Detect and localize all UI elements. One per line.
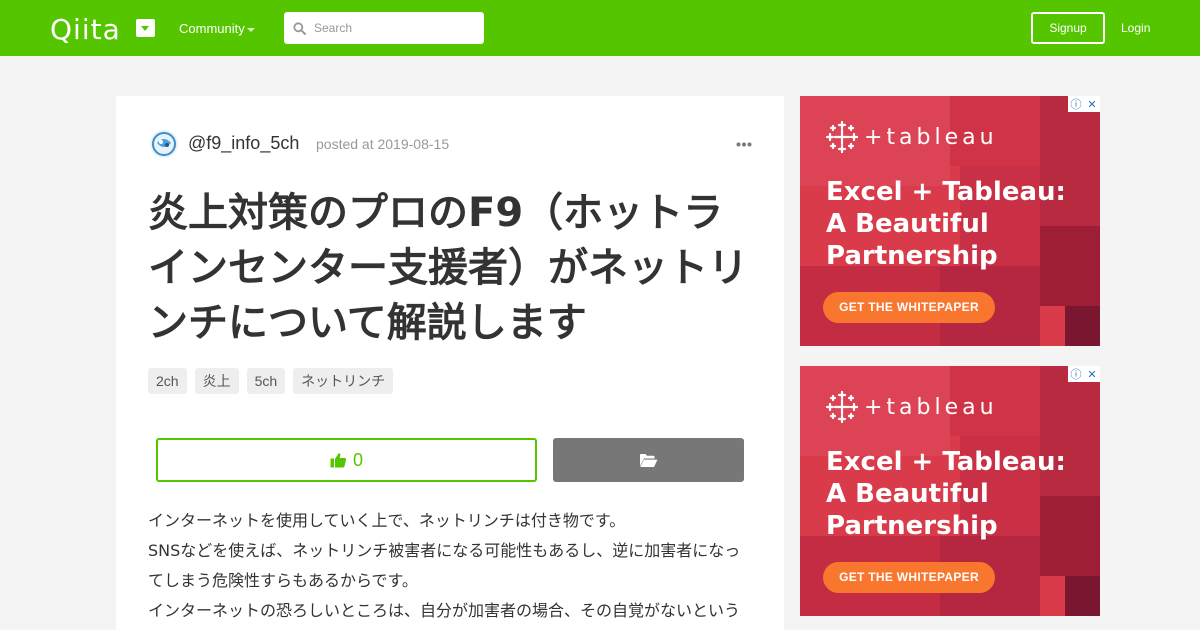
tableau-logo: +tableau: [826, 391, 998, 423]
tag-item[interactable]: ネットリンチ: [293, 368, 394, 394]
body-line: インターネットを使用していく上で、ネットリンチは付き物です。: [148, 511, 626, 530]
like-button[interactable]: 0: [156, 438, 537, 482]
search-icon: [293, 22, 306, 35]
tag-item[interactable]: 2ch: [148, 368, 187, 394]
thumbs-up-icon: [330, 453, 347, 468]
search-input[interactable]: [314, 12, 474, 44]
ad-choices[interactable]: ⓘ ✕: [1068, 96, 1100, 112]
qiita-logo[interactable]: Qiita: [50, 13, 121, 46]
ad-headline: Excel + Tableau: A Beautiful Partnership: [826, 446, 1066, 542]
body-line: SNSなどを使えば、ネットリンチ被害者になる可能性もあるし、逆に加害者になっ: [148, 541, 741, 560]
ad-headline-line: Excel + Tableau:: [826, 447, 1066, 477]
search-box[interactable]: [284, 12, 484, 44]
info-icon[interactable]: ⓘ: [1068, 366, 1084, 382]
global-header: Qiita Community Signup Login: [0, 0, 1200, 56]
ad-cta-button[interactable]: GET THE WHITEPAPER: [823, 562, 995, 593]
tableau-ad-banner[interactable]: ⓘ ✕ +tableau Excel + Tableau: A Beautifu…: [800, 96, 1100, 346]
ad-headline-line: Excel + Tableau:: [826, 177, 1066, 207]
ad-cta-button[interactable]: GET THE WHITEPAPER: [823, 292, 995, 323]
close-icon[interactable]: ✕: [1084, 366, 1100, 382]
article-body: インターネットを使用していく上で、ネットリンチは付き物です。 SNSなどを使えば…: [148, 506, 748, 626]
ad-brand-text: +tableau: [864, 124, 998, 150]
info-icon[interactable]: ⓘ: [1068, 96, 1084, 112]
tableau-logo: +tableau: [826, 121, 998, 153]
ad-headline-line: Partnership: [826, 241, 998, 271]
tableau-logo-icon: [826, 391, 858, 423]
more-options-icon[interactable]: [736, 142, 752, 147]
tableau-logo-icon: [826, 121, 858, 153]
author-username[interactable]: @f9_info_5ch: [188, 133, 299, 154]
like-count: 0: [352, 449, 363, 470]
close-icon[interactable]: ✕: [1084, 96, 1100, 112]
body-line: インターネットの恐ろしいところは、自分が加害者の場合、その自覚がないという: [148, 601, 741, 620]
tag-item[interactable]: 5ch: [246, 368, 286, 394]
stock-button[interactable]: [553, 438, 744, 482]
tag-item[interactable]: 炎上: [194, 368, 239, 394]
tableau-ad-banner[interactable]: ⓘ ✕ +tableau Excel + Tableau: A Beautifu…: [800, 366, 1100, 616]
body-line: てしまう危険性すらもあるからです。: [148, 571, 418, 590]
ad-headline-line: A Beautiful: [826, 479, 989, 509]
ad-headline: Excel + Tableau: A Beautiful Partnership: [826, 176, 1066, 272]
ad-headline-line: A Beautiful: [826, 209, 989, 239]
article-title: 炎上対策のプロのF9（ホットラインセンター支援者）がネットリンチについて解説しま…: [148, 190, 748, 346]
ad-choices[interactable]: ⓘ ✕: [1068, 366, 1100, 382]
tag-list: 2ch 炎上 5ch ネットリンチ: [148, 368, 394, 394]
login-link[interactable]: Login: [1121, 21, 1150, 35]
folder-open-icon: [640, 453, 658, 467]
ad-brand-text: +tableau: [864, 394, 998, 420]
chevron-down-icon: [247, 28, 255, 32]
ad-headline-line: Partnership: [826, 511, 998, 541]
posted-date: posted at 2019-08-15: [316, 136, 450, 152]
community-menu[interactable]: Community: [179, 21, 245, 36]
signup-button[interactable]: Signup: [1031, 12, 1105, 44]
avatar[interactable]: [150, 130, 178, 158]
logo-dropdown-button[interactable]: [136, 19, 155, 37]
